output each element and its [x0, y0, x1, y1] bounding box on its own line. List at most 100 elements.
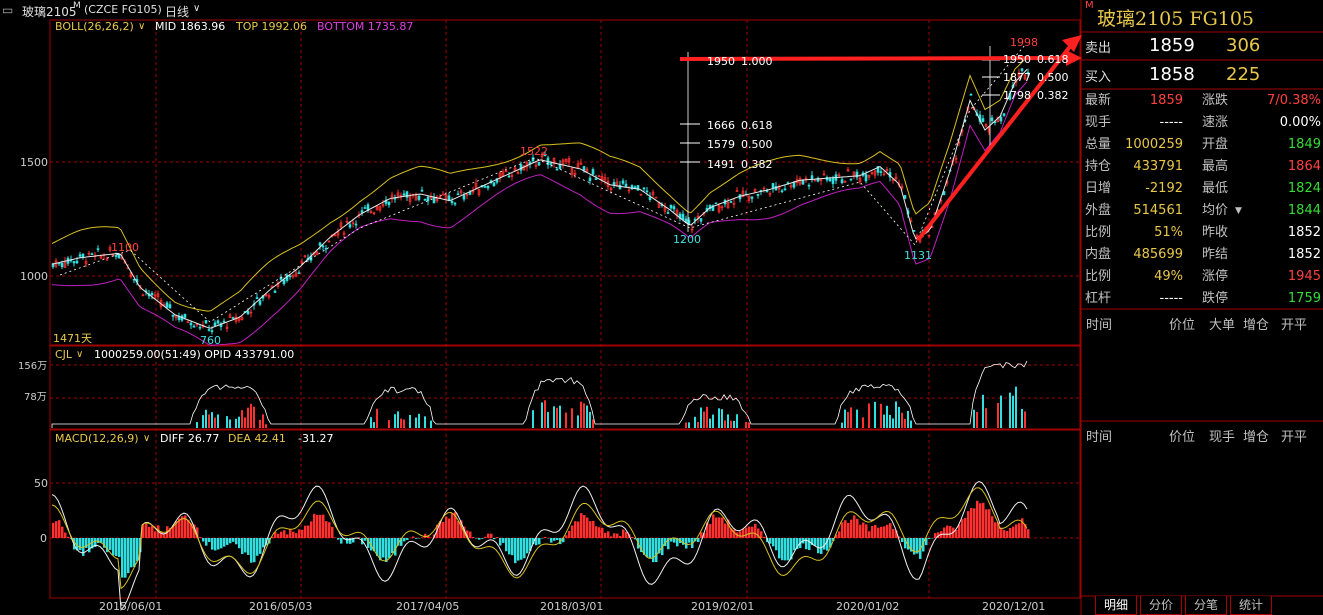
macd-bar — [619, 535, 622, 538]
macd-bar — [793, 538, 796, 551]
candle-body — [828, 178, 832, 182]
macd-bar — [391, 538, 394, 554]
candle-body — [492, 182, 496, 187]
candle-body — [537, 161, 541, 166]
volume-bar — [565, 412, 567, 428]
candle-body — [207, 329, 211, 331]
macd-bar — [775, 538, 778, 551]
volume-bar — [370, 417, 372, 428]
macd-bar — [892, 529, 895, 538]
volume-bar — [706, 406, 708, 428]
candle-body — [555, 168, 559, 171]
col-time: 时间 — [1086, 430, 1113, 445]
volume-bar — [703, 411, 705, 428]
macd-tick-50: 50 — [34, 477, 48, 490]
buy-row[interactable]: 买入 1858 225 — [1081, 63, 1323, 87]
volume-bar — [1000, 395, 1002, 428]
macd-bar — [148, 526, 151, 538]
macd-bar — [868, 531, 871, 538]
macd-bar — [595, 526, 598, 538]
candle-body — [258, 300, 262, 305]
macd-bar — [631, 536, 634, 538]
candle-body — [216, 320, 220, 324]
volume-bar — [901, 412, 903, 428]
macd-bar — [610, 536, 613, 538]
candle-body — [297, 272, 301, 275]
macd-label[interactable]: MACD(12,26,9) — [55, 432, 139, 445]
tab-details[interactable]: 明细 — [1095, 596, 1137, 615]
fib-right-ratio-3: 0.382 — [1037, 89, 1069, 102]
volume-bar — [241, 410, 243, 428]
candle-body — [969, 94, 973, 96]
candle-body — [981, 118, 985, 123]
stat-value: 1824 — [1287, 181, 1321, 196]
macd-bar — [136, 538, 139, 562]
volume-label[interactable]: CJL — [55, 348, 72, 361]
tab-stats[interactable]: 统计 — [1230, 596, 1272, 615]
macd-bar — [961, 519, 964, 538]
macd-bar — [880, 526, 883, 538]
volume-bar — [577, 415, 579, 428]
macd-bar — [688, 538, 691, 543]
candle-body — [588, 177, 592, 182]
volume-bar — [886, 405, 888, 428]
macd-bar — [406, 538, 409, 540]
macd-bar — [859, 524, 862, 538]
macd-diff: DIFF 26.77 — [160, 432, 220, 445]
volume-chevron-icon[interactable]: ∨ — [76, 348, 83, 361]
macd-bar — [211, 538, 214, 550]
candle-body — [756, 193, 760, 196]
col-time: 时间 — [1086, 318, 1113, 333]
candle-body — [453, 202, 457, 205]
macd-tick-0: 0 — [40, 532, 47, 545]
macd-bar — [865, 524, 868, 538]
volume-bar — [259, 419, 261, 428]
candle-body — [72, 261, 76, 264]
volume-bar — [904, 419, 906, 428]
volume-bar — [727, 414, 729, 428]
boll-chevron-icon[interactable]: ∨ — [138, 20, 145, 33]
macd-bar — [598, 527, 601, 538]
candle-body — [669, 204, 673, 209]
macd-bar — [505, 538, 508, 552]
volume-bar — [1009, 392, 1011, 428]
candle-body — [621, 180, 625, 184]
macd-bar — [112, 538, 115, 556]
sell-row[interactable]: 卖出 1859 306 — [1081, 34, 1323, 58]
volume-bar — [880, 403, 882, 428]
boll-label[interactable]: BOLL(26,26,2) — [55, 20, 134, 33]
candle-body — [483, 186, 487, 188]
macd-bar — [334, 537, 337, 538]
candle-body — [591, 169, 595, 175]
chevron-down-icon[interactable]: ▼ — [1235, 201, 1242, 221]
macd-bar — [682, 538, 685, 545]
date-tick: 2020/01/02 — [836, 600, 900, 613]
macd-bar — [886, 524, 889, 538]
macd-bar — [718, 517, 721, 538]
volume-bar — [424, 416, 426, 428]
macd-bar — [511, 538, 514, 556]
tab-ticks[interactable]: 分笔 — [1185, 596, 1227, 615]
sell-volume: 306 — [1226, 35, 1261, 56]
peak-label: 1522 — [520, 145, 548, 158]
volume-bar — [1012, 395, 1014, 428]
macd-bar — [412, 536, 415, 538]
macd-bar — [838, 531, 841, 538]
candle-body — [246, 310, 250, 315]
candle-body — [150, 292, 154, 296]
macd-bar — [847, 522, 850, 538]
candle-body — [96, 248, 100, 250]
col-price: 价位 — [1169, 430, 1196, 445]
boll-top-line — [51, 56, 1028, 312]
macd-bar — [457, 521, 460, 538]
tab-price-dist[interactable]: 分价 — [1140, 596, 1182, 615]
macd-bar — [748, 526, 751, 538]
macd-bar — [241, 538, 244, 555]
macd-bar — [469, 531, 472, 538]
candle-body — [273, 290, 277, 293]
macd-chevron-icon[interactable]: ∨ — [143, 432, 150, 445]
macd-bar — [199, 536, 202, 538]
macd-bar — [655, 538, 658, 563]
volume-bar — [409, 414, 411, 428]
volume-bar — [862, 417, 864, 428]
